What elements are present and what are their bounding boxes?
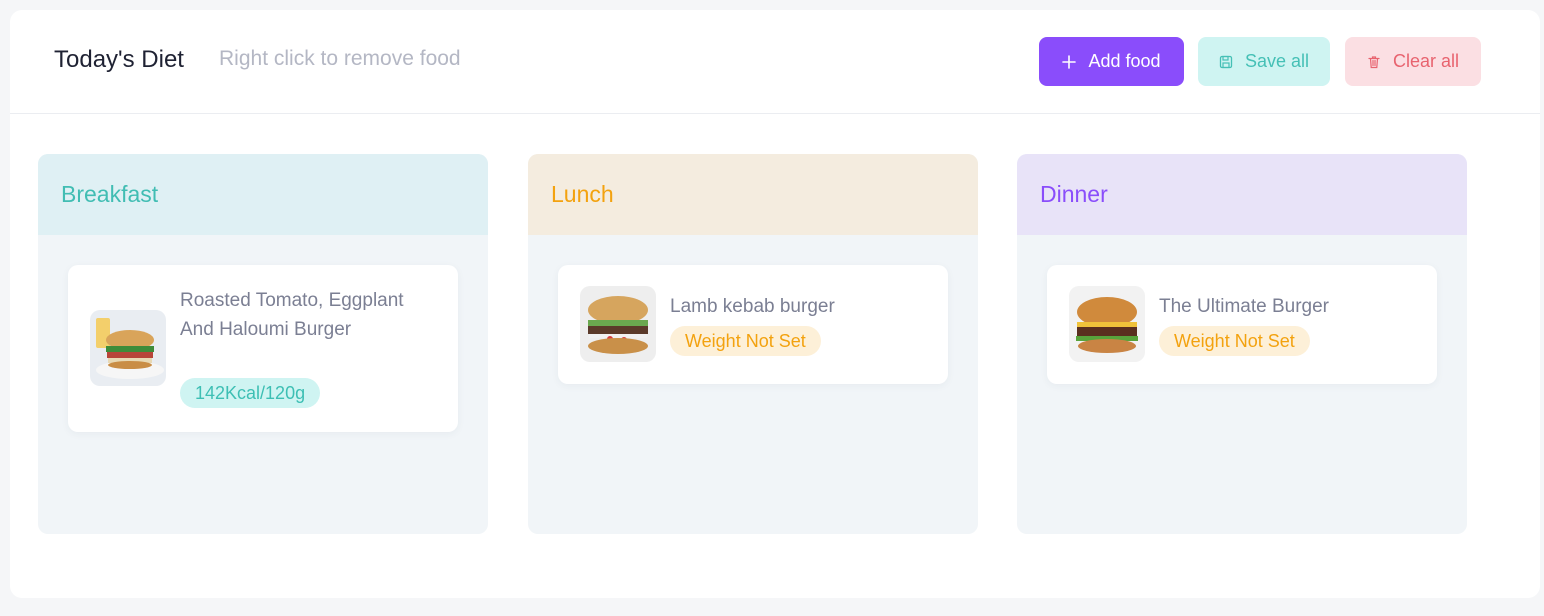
add-food-button[interactable]: Add food (1039, 37, 1184, 86)
meal-column-lunch: Lunch Lamb kebab burger Weight Not Set (528, 154, 978, 534)
weight-badge: Weight Not Set (670, 326, 821, 356)
diet-panel: Today's Diet Right click to remove food … (10, 10, 1540, 598)
meal-column-dinner: Dinner The Ultimate Burger Weight Not Se… (1017, 154, 1467, 534)
meal-title: Breakfast (38, 154, 488, 235)
meal-title: Dinner (1017, 154, 1467, 235)
food-name: The Ultimate Burger (1159, 296, 1330, 317)
food-image (580, 286, 656, 362)
food-image (90, 310, 166, 386)
clear-all-button[interactable]: Clear all (1345, 37, 1481, 86)
panel-header: Today's Diet Right click to remove food … (10, 10, 1540, 114)
calorie-badge: 142Kcal/120g (180, 378, 321, 408)
food-card[interactable]: Roasted Tomato, Eggplant And Haloumi Bur… (68, 265, 458, 432)
plus-icon (1062, 54, 1077, 69)
save-all-button[interactable]: Save all (1198, 37, 1330, 86)
save-all-label: Save all (1244, 51, 1310, 71)
food-name: Roasted Tomato, Eggplant And Haloumi Bur… (180, 290, 404, 340)
food-name: Lamb kebab burger (670, 296, 835, 317)
trash-icon (1367, 55, 1381, 69)
meal-column-breakfast: Breakfast Roasted Tomato, Eggplant And H… (38, 154, 488, 534)
food-image (1069, 286, 1145, 362)
clear-all-label: Clear all (1392, 51, 1460, 71)
floppy-disk-icon (1219, 55, 1233, 69)
add-food-label: Add food (1088, 51, 1161, 71)
weight-badge: Weight Not Set (1159, 326, 1310, 356)
food-card[interactable]: The Ultimate Burger Weight Not Set (1047, 265, 1437, 384)
page-title: Today's Diet (54, 46, 184, 73)
meal-title: Lunch (528, 154, 978, 235)
food-card[interactable]: Lamb kebab burger Weight Not Set (558, 265, 948, 384)
remove-hint: Right click to remove food (219, 47, 461, 70)
